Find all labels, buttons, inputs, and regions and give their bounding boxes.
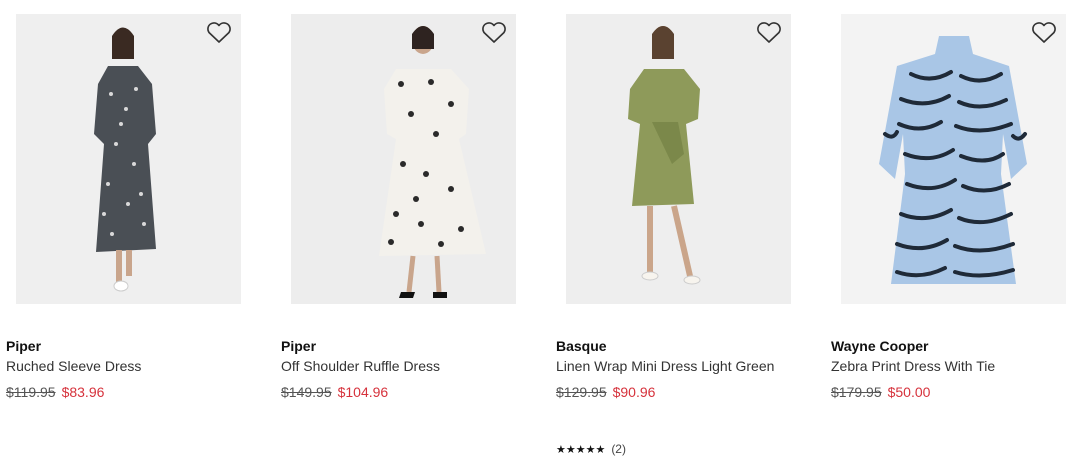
product-image[interactable] [291, 14, 516, 304]
product-name[interactable]: Ruched Sleeve Dress [6, 358, 141, 374]
product-rating[interactable]: ★★★★★ (2) [556, 442, 626, 456]
product-card[interactable]: Wayne Cooper Zebra Print Dress With Tie … [825, 0, 1080, 466]
product-price: $179.95 $50.00 [831, 384, 930, 400]
product-price: $119.95 $83.96 [6, 384, 104, 400]
sale-price: $90.96 [612, 384, 656, 400]
product-image[interactable] [841, 14, 1066, 304]
product-card[interactable]: Piper Ruched Sleeve Dress $119.95 $83.96 [0, 0, 260, 466]
product-price: $149.95 $104.96 [281, 384, 388, 400]
product-card[interactable]: Basque Linen Wrap Mini Dress Light Green… [550, 0, 810, 466]
product-brand[interactable]: Piper [6, 338, 41, 354]
product-image[interactable] [566, 14, 791, 304]
sale-price: $50.00 [887, 384, 931, 400]
sale-price: $104.96 [337, 384, 389, 400]
wishlist-heart-icon[interactable] [204, 18, 234, 48]
product-name[interactable]: Linen Wrap Mini Dress Light Green [556, 358, 774, 374]
product-brand[interactable]: Piper [281, 338, 316, 354]
wishlist-heart-icon[interactable] [754, 18, 784, 48]
product-name[interactable]: Zebra Print Dress With Tie [831, 358, 995, 374]
original-price: $149.95 [281, 384, 332, 400]
review-count[interactable]: (2) [611, 442, 626, 456]
rating-stars-icon: ★★★★★ [556, 444, 606, 456]
product-name[interactable]: Off Shoulder Ruffle Dress [281, 358, 440, 374]
sale-price: $83.96 [61, 384, 105, 400]
original-price: $179.95 [831, 384, 882, 400]
original-price: $119.95 [6, 384, 56, 400]
product-grid: Piper Ruched Sleeve Dress $119.95 $83.96 [0, 0, 1080, 466]
wishlist-heart-icon[interactable] [479, 18, 509, 48]
product-price: $129.95 $90.96 [556, 384, 655, 400]
product-brand[interactable]: Wayne Cooper [831, 338, 929, 354]
product-card[interactable]: Piper Off Shoulder Ruffle Dress $149.95 $… [275, 0, 535, 466]
product-image[interactable] [16, 14, 241, 304]
product-brand[interactable]: Basque [556, 338, 607, 354]
wishlist-heart-icon[interactable] [1029, 18, 1059, 48]
original-price: $129.95 [556, 384, 607, 400]
